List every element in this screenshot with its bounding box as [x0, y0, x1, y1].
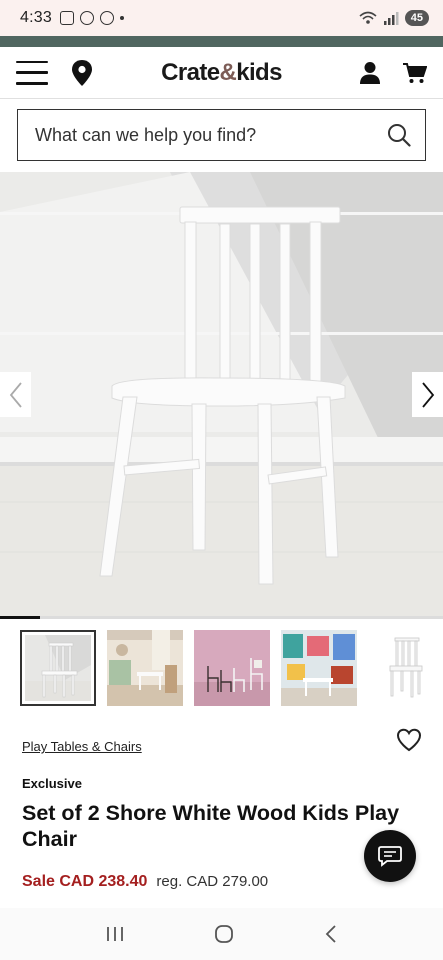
- home-icon[interactable]: [214, 924, 234, 944]
- screenshot-icon: [59, 11, 74, 25]
- next-image-button[interactable]: [412, 372, 443, 417]
- chat-button[interactable]: [364, 830, 416, 882]
- messenger-icon: [79, 11, 94, 25]
- category-link[interactable]: Play Tables & Chairs: [22, 739, 142, 754]
- thumbnail-image: [281, 630, 357, 706]
- thumbnail-1[interactable]: [20, 630, 96, 706]
- back-icon[interactable]: [324, 924, 338, 944]
- more-notifications-icon: [119, 16, 124, 20]
- product-image-main[interactable]: [0, 172, 443, 618]
- exclusive-badge: Exclusive: [22, 776, 82, 791]
- thumbnail-5[interactable]: [368, 630, 443, 706]
- promo-strip: [0, 36, 443, 47]
- account-icon[interactable]: [359, 61, 381, 85]
- thumbnail-3[interactable]: [194, 630, 270, 706]
- thumbnail-2[interactable]: [107, 630, 183, 706]
- chevron-left-icon: [9, 381, 22, 408]
- heart-icon[interactable]: [396, 728, 422, 752]
- signal-icon: [383, 12, 399, 25]
- white-chair-photo: [0, 172, 443, 618]
- previous-image-button[interactable]: [0, 372, 31, 417]
- battery-indicator: 45: [404, 10, 429, 26]
- thumbnail-4[interactable]: [281, 630, 357, 706]
- recent-apps-icon[interactable]: [105, 925, 125, 943]
- sale-price: Sale CAD 238.40: [22, 873, 148, 890]
- regular-price: reg. CAD 279.00: [156, 873, 269, 890]
- gallery-progress-track: [0, 616, 443, 619]
- search-bar: [17, 109, 426, 161]
- location-pin-icon[interactable]: [70, 59, 94, 87]
- status-notification-icons: [59, 11, 124, 25]
- cart-icon[interactable]: [403, 62, 427, 84]
- thumbnail-image: [25, 635, 91, 701]
- logo-ampersand: &: [219, 58, 237, 86]
- logo-text-end: kids: [236, 58, 282, 86]
- logo-text: Crate: [161, 58, 220, 86]
- product-title: Set of 2 Shore White Wood Kids Play Chai…: [22, 801, 400, 851]
- thumbnail-image: [194, 630, 270, 706]
- thumbnail-strip: [20, 630, 443, 706]
- status-time: 4:33: [20, 9, 52, 26]
- search-icon[interactable]: [387, 123, 411, 147]
- thumbnail-image: [107, 630, 183, 706]
- search-input[interactable]: [35, 124, 387, 146]
- menu-icon[interactable]: [16, 60, 48, 85]
- status-bar: 4:33 45: [0, 0, 443, 36]
- wifi-icon: [359, 11, 377, 24]
- mail-icon: [99, 11, 114, 25]
- site-header: Crate&kids: [0, 47, 443, 99]
- price-row: Sale CAD 238.40 reg. CAD 279.00: [22, 873, 268, 891]
- chat-icon: [378, 846, 402, 867]
- thumbnail-image: [368, 630, 443, 706]
- gallery-progress-fill: [0, 616, 40, 619]
- system-navigation-bar: [0, 908, 443, 960]
- chevron-right-icon: [421, 381, 434, 408]
